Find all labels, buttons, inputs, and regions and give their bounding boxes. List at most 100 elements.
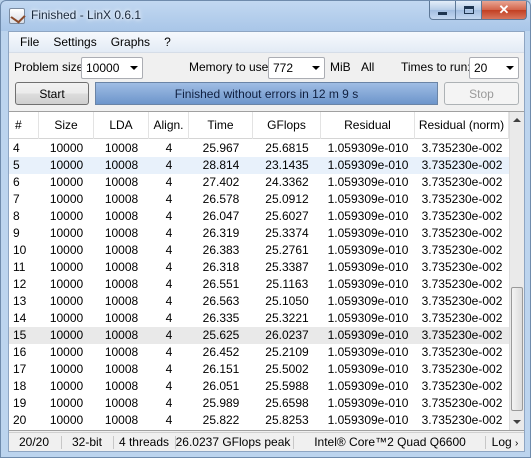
table-cell: 26.383 [202,243,240,257]
table-cell: 10008 [104,413,139,427]
table-cell: 18 [13,379,27,393]
vertical-scrollbar[interactable] [509,112,524,430]
minimize-icon [438,12,447,15]
column-header[interactable]: Size [39,112,94,139]
table-cell: 10008 [104,362,139,376]
table-cell: 10000 [49,209,84,223]
table-cell: 25.967 [202,141,240,155]
chevron-down-icon [312,66,320,70]
menu-graphs[interactable]: Graphs [104,35,157,49]
start-button[interactable]: Start [15,82,89,105]
table-cell: 3.735230e-002 [421,192,503,206]
problem-size-label: Problem size: [14,60,87,74]
table-header: # Size LDA Align. Time GFlops Residual Residual… [9,112,509,139]
table-row[interactable]: 14 10000 10008 4 26.335 25.3221 1.059309e-010 3… [9,310,509,327]
maximize-icon [463,6,474,14]
table-cell: 14 [13,311,27,325]
table-cell: 10008 [104,141,139,155]
table-cell: 1.059309e-010 [327,379,409,393]
table-cell: 25.625 [202,328,240,342]
maximize-button[interactable] [456,1,482,20]
table-cell: 4 [165,158,173,172]
table-cell: 26.319 [202,226,240,240]
table-row[interactable]: 9 10000 10008 4 26.319 25.3374 1.059309e-010 3.… [9,225,509,242]
table-cell: 25.5002 [265,362,309,376]
table-cell: 25.3221 [265,311,309,325]
table-row[interactable]: 19 10000 10008 4 25.989 25.6598 1.059309e-010 3… [9,395,509,412]
table-row[interactable]: 15 10000 10008 4 25.625 26.0237 1.059309e-010 3… [9,327,509,344]
table-row[interactable]: 13 10000 10008 4 26.563 25.1050 1.059309e-010 3… [9,293,509,310]
table-row[interactable]: 17 10000 10008 4 26.151 25.5002 1.059309e-010 3… [9,361,509,378]
table-row[interactable]: 5 10000 10008 4 28.814 23.1435 1.059309e-010 3.… [9,157,509,174]
column-header[interactable]: Align. [149,112,189,139]
column-header[interactable]: # [9,112,39,139]
log-button[interactable]: Log › [487,433,523,452]
table-cell: 4 [165,243,173,257]
menu-settings[interactable]: Settings [46,35,103,49]
table-cell: 1.059309e-010 [327,175,409,189]
table-cell: 25.3387 [265,260,309,274]
table-cell: 26.335 [202,311,240,325]
minimize-button[interactable] [429,1,456,20]
status-separator [113,436,114,449]
table-cell: 15 [13,328,27,342]
table-cell: 3.735230e-002 [421,345,503,359]
table-cell: 28.814 [202,158,240,172]
table-row[interactable]: 6 10000 10008 4 27.402 24.3362 1.059309e-010 3.… [9,174,509,191]
table-row[interactable]: 4 10000 10008 4 25.967 25.6815 1.059309e-010 3.… [9,140,509,157]
column-header[interactable]: GFlops [253,112,321,139]
menu-file[interactable]: File [13,35,46,49]
column-header[interactable]: Time [189,112,253,139]
table-cell: 1.059309e-010 [327,413,409,427]
column-header[interactable]: Residual [321,112,415,139]
table-cell: 1.059309e-010 [327,243,409,257]
problem-size-combo[interactable]: 10000 [81,57,143,79]
title-bar[interactable]: Finished - LinX 0.6.1 ✕ [1,1,530,31]
table-cell: 10000 [49,158,84,172]
table-cell: 4 [165,294,173,308]
table-cell: 4 [165,277,173,291]
table-cell: 27.402 [202,175,240,189]
table-cell: 3.735230e-002 [421,175,503,189]
table-row[interactable]: 20 10000 10008 4 25.822 25.8253 1.059309e-010 3… [9,412,509,429]
table-cell: 25.6027 [265,209,309,223]
menu-help[interactable]: ? [157,35,178,49]
column-header[interactable]: LDA [94,112,149,139]
table-cell: 10008 [104,277,139,291]
results-table: # Size LDA Align. Time GFlops Residual Residual… [9,111,524,431]
table-cell: 25.6598 [265,396,309,410]
table-cell: 25.6815 [265,141,309,155]
table-row[interactable]: 18 10000 10008 4 26.051 25.5988 1.059309e-010 3… [9,378,509,395]
table-row[interactable]: 7 10000 10008 4 26.578 25.0912 1.059309e-010 3.… [9,191,509,208]
log-label: Log [491,435,512,449]
app-window: Finished - LinX 0.6.1 ✕ File Settings Gr… [0,0,531,458]
table-cell: 9 [13,226,20,240]
close-button[interactable]: ✕ [482,1,527,20]
table-row[interactable]: 8 10000 10008 4 26.047 25.6027 1.059309e-010 3.… [9,208,509,225]
table-cell: 26.551 [202,277,240,291]
table-row[interactable]: 12 10000 10008 4 26.551 25.1163 1.059309e-010 3… [9,276,509,293]
table-cell: 10000 [49,311,84,325]
memory-combo[interactable]: 772 [268,57,325,79]
table-row[interactable]: 16 10000 10008 4 26.452 25.2109 1.059309e-010 3… [9,344,509,361]
times-to-run-combo[interactable]: 20 [469,57,519,79]
column-header[interactable]: Residual (norm) [415,112,509,139]
memory-all-link[interactable]: All [361,60,374,74]
table-cell: 5 [13,158,20,172]
table-row[interactable]: 10 10000 10008 4 26.383 25.2761 1.059309e-010 3… [9,242,509,259]
table-cell: 10008 [104,311,139,325]
stop-button[interactable]: Stop [444,82,519,105]
table-cell: 1.059309e-010 [327,158,409,172]
memory-value: 772 [273,61,294,75]
app-icon [9,8,25,24]
table-cell: 10008 [104,260,139,274]
table-cell: 10000 [49,294,84,308]
scroll-up-icon[interactable] [510,112,524,128]
status-peak: 26.0237 GFlops peak [175,435,291,449]
scroll-down-icon[interactable] [510,414,524,430]
table-row[interactable]: 11 10000 10008 4 26.318 25.3387 1.059309e-010 3… [9,259,509,276]
table-cell: 1.059309e-010 [327,362,409,376]
scrollbar-thumb[interactable] [511,287,523,411]
table-cell: 10000 [49,277,84,291]
table-cell: 10000 [49,141,84,155]
